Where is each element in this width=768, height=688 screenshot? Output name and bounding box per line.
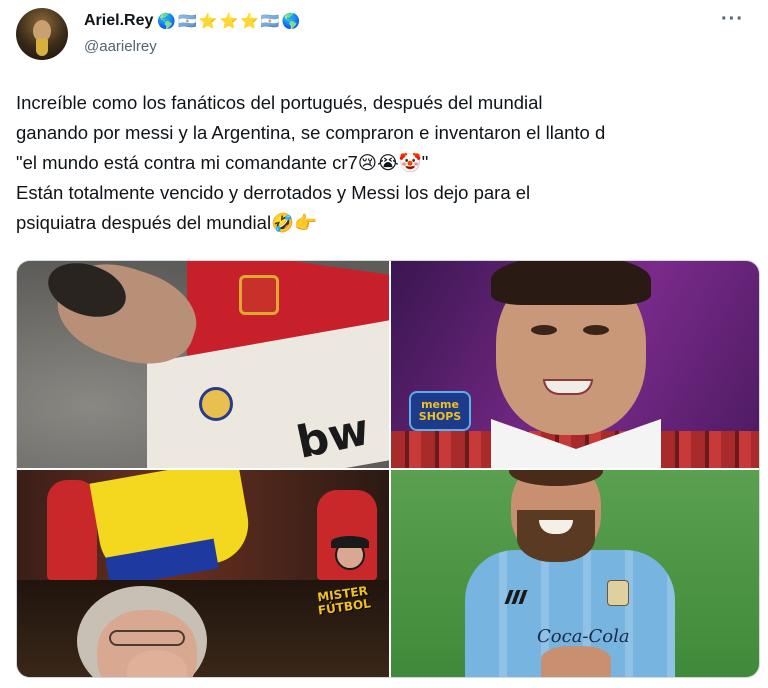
portugal-crest-icon	[239, 275, 279, 315]
image-shape	[517, 510, 595, 562]
image-shape	[541, 646, 611, 677]
club-crest-icon	[199, 387, 233, 421]
image-shape	[47, 480, 97, 580]
author-handle[interactable]: @aarielrey	[84, 38, 157, 55]
author-name-row[interactable]: Ariel.Rey 🌎 🇦🇷 ⭐ ⭐ ⭐ 🇦🇷 🌎	[84, 10, 300, 32]
afa-crest-icon	[607, 580, 629, 606]
star-icon: ⭐	[219, 12, 239, 30]
media-image-4[interactable]: Coca-Cola	[391, 470, 759, 677]
star-icon: ⭐	[240, 12, 259, 30]
tweet-text-line: "el mundo está contra mi comandante cr7😢…	[16, 152, 429, 173]
media-image-1[interactable]: bw	[17, 261, 389, 468]
logo-text: SHOPS	[418, 410, 462, 423]
star-icon: ⭐	[198, 12, 218, 30]
tweet-text: Increíble como los fanáticos del portugu…	[16, 88, 756, 238]
image-shape	[331, 536, 369, 548]
tweet-text-line: ganando por messi y la Argentina, se com…	[16, 122, 606, 143]
author-avatar[interactable]	[16, 8, 68, 60]
avatar-trophy-shape	[36, 38, 48, 56]
tweet-text-line: Están totalmente vencido y derrotados y …	[16, 182, 531, 203]
image-shape	[109, 630, 185, 646]
image-shape	[531, 325, 557, 335]
tweet-text-line: Increíble como los fanáticos del portugu…	[16, 92, 543, 113]
image-shape	[583, 325, 609, 335]
globe-emoji-icon: 🌎	[281, 12, 301, 30]
media-image-3[interactable]: MISTER FÚTBOL	[17, 470, 389, 677]
argentina-flag-icon: 🇦🇷	[178, 12, 197, 30]
globe-emoji-icon: 🌎	[157, 12, 177, 30]
tweet-card: Ariel.Rey 🌎 🇦🇷 ⭐ ⭐ ⭐ 🇦🇷 🌎 @aarielrey ···…	[0, 0, 768, 688]
more-options-icon[interactable]: ···	[721, 8, 744, 31]
meme-shops-logo: meme SHOPS	[409, 391, 471, 431]
tweet-text-line: psiquiatra después del mundial🤣👉	[16, 212, 318, 233]
media-image-2[interactable]: meme SHOPS	[391, 261, 759, 468]
media-grid: bw meme SHOPS MISTER FÚTBOL Coca-Cola	[16, 260, 760, 678]
image-shape	[491, 261, 651, 305]
author-display-name[interactable]: Ariel.Rey	[84, 12, 153, 30]
argentina-flag-icon: 🇦🇷	[260, 12, 280, 30]
shirt-sponsor-text: Coca-Cola	[537, 626, 630, 647]
